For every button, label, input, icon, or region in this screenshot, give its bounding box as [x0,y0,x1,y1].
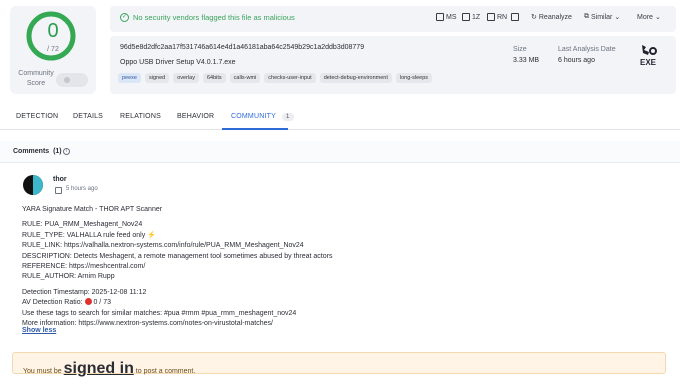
check-circle-icon: ✓ [120,13,129,22]
file-hash[interactable]: 96d5e8d2dfc2aa17f531746a614e4d1a46181aba… [120,44,364,51]
show-less-link[interactable]: Show less [22,327,56,334]
vote-knob [64,77,70,83]
detection-total: / 72 [47,46,59,53]
comment-line: DESCRIPTION: Detects Meshagent, a remote… [22,252,333,260]
verdict-text: No security vendors flagged this file as… [133,13,295,22]
chevron-down-icon: ⌄ [614,14,621,21]
sign-in-link[interactable]: signed in [64,360,134,377]
comment-author[interactable]: thor [53,176,67,183]
detection-count: 0 [47,20,59,42]
tag[interactable]: calls-wmi [229,73,261,83]
tab-bar: DETECTION DETAILS RELATIONS BEHAVIOR COM… [0,110,680,130]
community-count-badge: 1 [281,113,294,121]
community-score-panel: 0 / 72 Community Score [10,6,96,94]
file-name: Oppo USB Driver Setup V4.0.1.7.exe [120,59,236,66]
calendar-icon [55,187,62,194]
comments-header: Comments (1) i [0,141,680,163]
info-icon[interactable]: i [63,148,70,155]
verdict: ✓ No security vendors flagged this file … [120,13,295,22]
size-value: 3.33 MB [513,57,540,64]
tag[interactable]: signed [145,73,170,83]
tab-behavior[interactable]: BEHAVIOR [177,113,214,120]
more-button[interactable]: More ⌄ [637,13,661,22]
comment-line: RULE: PUA_RMM_Meshagent_Nov24 [22,221,143,229]
tab-detection[interactable]: DETECTION [16,113,58,120]
rn-button[interactable]: RN [487,13,507,21]
last-analysis-label: Last Analysis Date [558,46,616,53]
copy-icon [487,13,495,21]
comment-body: YARA Signature Match - THOR APT Scanner … [22,205,662,329]
last-analysis-value: 6 hours ago [558,57,595,64]
tag[interactable]: 64bits [202,73,226,83]
comment-line: Use these tags to search for similar mat… [22,309,297,317]
tag-list: peexe signed overlay 64bits calls-wmi ch… [118,73,433,83]
tag[interactable]: checks-user-input [264,73,316,83]
tag[interactable]: detect-debug-environment [319,73,392,83]
active-tab-indicator [222,128,288,130]
avatar[interactable] [23,175,43,195]
comment-line: More information: https://www.nextron-sy… [22,320,273,328]
tab-relations[interactable]: RELATIONS [120,113,161,120]
comment-line: Detection Timestamp: 2025-12-08 11:12 [22,288,147,296]
comment-time: 5 hours ago [66,186,98,192]
comment-line: AV Detection Ratio: 0 / 73 [22,298,111,307]
tag[interactable]: peexe [118,73,141,83]
1z-button[interactable]: 1Z [462,13,480,21]
refresh-icon: ↻ [531,14,537,21]
red-circle-icon [84,298,92,306]
community-score-label: Community Score [18,70,54,87]
comment-line: YARA Signature Match - THOR APT Scanner [22,206,163,213]
community-score-vote[interactable] [56,73,88,87]
similar-icon: ⧉ [584,13,589,20]
file-info-panel: 96d5e8d2dfc2aa17f531746a614e4d1a46181aba… [110,36,676,94]
comment-line: REFERENCE: https://meshcentral.com/ [22,263,146,271]
copy-icon [436,13,444,21]
copy-icon [462,13,470,21]
tag[interactable]: overlay [173,73,199,83]
reanalyze-button[interactable]: ↻ Reanalyze [531,13,572,22]
verdict-bar: ✓ No security vendors flagged this file … [110,6,676,32]
size-label: Size [513,46,527,53]
similar-button[interactable]: ⧉ Similar ⌄ [584,13,620,21]
ms-button[interactable]: MS [436,13,457,21]
comment-line: RULE_LINK: https://valhalla.nextron-syst… [22,242,304,250]
comment-line: RULE_TYPE: VALHALLA rule feed only ⚡ [22,231,156,239]
tab-community[interactable]: COMMUNITY 1 [231,113,294,121]
chevron-down-icon: ⌄ [654,14,661,21]
copy-icon [511,13,519,21]
file-type: EXE [640,58,657,67]
tab-details[interactable]: DETAILS [73,113,103,120]
tag[interactable]: long-sleeps [395,73,433,83]
comment-line: RULE_AUTHOR: Arnim Rupp [22,273,115,281]
sign-in-notice: You must be signed in to post a comment. [12,352,666,377]
comments-title: Comments (1) [13,148,62,155]
copy-button[interactable] [511,13,519,21]
